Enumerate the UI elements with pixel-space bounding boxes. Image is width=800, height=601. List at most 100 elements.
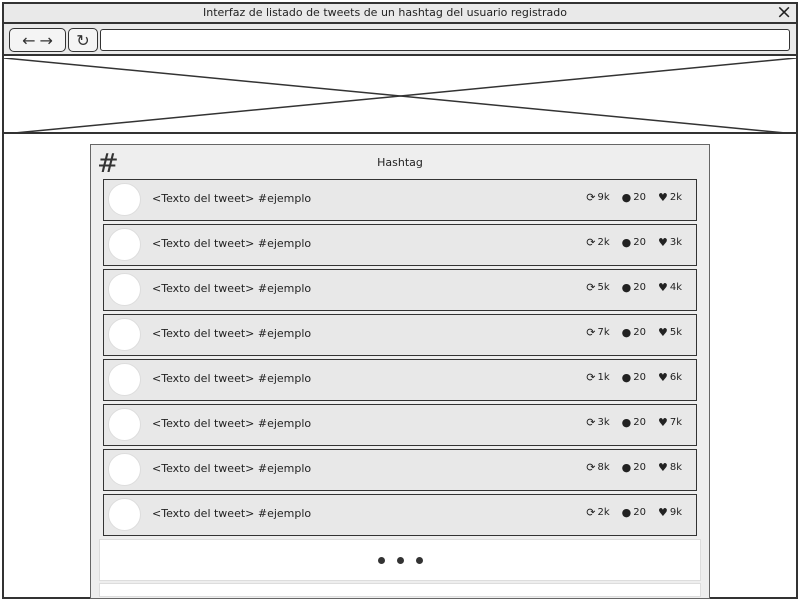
back-arrow-icon[interactable]: ← (22, 31, 35, 50)
refresh-icon: ↻ (76, 30, 90, 50)
tweet-text: <Texto del tweet> #ejemplo (152, 462, 312, 475)
reply-stat[interactable]: ● 20 (622, 282, 646, 293)
retweet-icon: ⟳ (586, 461, 596, 474)
like-icon: ♥ (657, 236, 668, 249)
tweet-row[interactable]: <Texto del tweet> #ejemplo ⟳ 1k ● 20 ♥ 6k (103, 359, 697, 401)
tweet-row[interactable]: <Texto del tweet> #ejemplo ⟳ 3k ● 20 ♥ 7k (103, 404, 697, 446)
reply-icon: ● (621, 191, 632, 204)
like-count: 4k (669, 282, 682, 293)
retweet-count: 2k (597, 507, 610, 518)
reply-count: 20 (633, 462, 646, 473)
like-stat[interactable]: ♥ 7k (658, 417, 682, 428)
retweet-count: 9k (597, 192, 610, 203)
reply-count: 20 (633, 192, 646, 203)
like-icon: ♥ (657, 461, 668, 474)
retweet-count: 5k (597, 282, 610, 293)
tweet-stats: ⟳ 3k ● 20 ♥ 7k (586, 417, 682, 428)
reply-icon: ● (621, 416, 632, 429)
ellipsis-dot-icon (415, 556, 423, 564)
reply-stat[interactable]: ● 20 (622, 417, 646, 428)
tweet-text: <Texto del tweet> #ejemplo (152, 237, 312, 250)
like-count: 5k (669, 327, 682, 338)
like-icon: ♥ (657, 281, 668, 294)
refresh-button[interactable]: ↻ (68, 28, 98, 52)
tweet-stats: ⟳ 5k ● 20 ♥ 4k (586, 282, 682, 293)
reply-stat[interactable]: ● 20 (622, 372, 646, 383)
avatar[interactable] (108, 498, 141, 531)
retweet-stat[interactable]: ⟳ 7k (586, 327, 609, 338)
retweet-icon: ⟳ (586, 236, 596, 249)
forward-arrow-icon[interactable]: → (40, 31, 53, 50)
retweet-stat[interactable]: ⟳ 5k (586, 282, 609, 293)
tweet-row[interactable]: <Texto del tweet> #ejemplo ⟳ 2k ● 20 ♥ 3k (103, 224, 697, 266)
tweet-stats: ⟳ 2k ● 20 ♥ 9k (586, 507, 682, 518)
avatar[interactable] (108, 363, 141, 396)
like-count: 2k (669, 192, 682, 203)
avatar[interactable] (108, 228, 141, 261)
like-count: 9k (669, 507, 682, 518)
retweet-stat[interactable]: ⟳ 9k (586, 192, 609, 203)
reply-stat[interactable]: ● 20 (622, 507, 646, 518)
like-icon: ♥ (657, 371, 668, 384)
like-stat[interactable]: ♥ 2k (658, 192, 682, 203)
like-stat[interactable]: ♥ 9k (658, 507, 682, 518)
avatar[interactable] (108, 453, 141, 486)
retweet-stat[interactable]: ⟳ 1k (586, 372, 609, 383)
reply-icon: ● (621, 461, 632, 474)
reply-stat[interactable]: ● 20 (622, 462, 646, 473)
reply-stat[interactable]: ● 20 (622, 237, 646, 248)
tweet-row[interactable]: <Texto del tweet> #ejemplo ⟳ 2k ● 20 ♥ 9k (103, 494, 697, 536)
avatar[interactable] (108, 408, 141, 441)
like-stat[interactable]: ♥ 8k (658, 462, 682, 473)
retweet-count: 8k (597, 462, 610, 473)
retweet-stat[interactable]: ⟳ 3k (586, 417, 609, 428)
retweet-stat[interactable]: ⟳ 2k (586, 507, 609, 518)
tweet-row[interactable]: <Texto del tweet> #ejemplo ⟳ 9k ● 20 ♥ 2k (103, 179, 697, 221)
like-icon: ♥ (657, 191, 668, 204)
reply-count: 20 (633, 282, 646, 293)
reply-count: 20 (633, 237, 646, 248)
avatar[interactable] (108, 183, 141, 216)
reply-count: 20 (633, 417, 646, 428)
back-forward-buttons[interactable]: ← → (9, 28, 66, 52)
address-bar[interactable] (100, 29, 790, 51)
like-stat[interactable]: ♥ 5k (658, 327, 682, 338)
retweet-count: 7k (597, 327, 610, 338)
like-count: 8k (669, 462, 682, 473)
tweet-stats: ⟳ 1k ● 20 ♥ 6k (586, 372, 682, 383)
retweet-icon: ⟳ (586, 371, 596, 384)
tweet-row[interactable]: <Texto del tweet> #ejemplo ⟳ 8k ● 20 ♥ 8k (103, 449, 697, 491)
close-icon[interactable]: × (776, 1, 792, 23)
reply-icon: ● (621, 236, 632, 249)
retweet-stat[interactable]: ⟳ 2k (586, 237, 609, 248)
retweet-stat[interactable]: ⟳ 8k (586, 462, 609, 473)
tweet-text: <Texto del tweet> #ejemplo (152, 417, 312, 430)
retweet-icon: ⟳ (586, 281, 596, 294)
retweet-icon: ⟳ (586, 416, 596, 429)
tweet-stats: ⟳ 9k ● 20 ♥ 2k (586, 192, 682, 203)
like-stat[interactable]: ♥ 6k (658, 372, 682, 383)
image-placeholder-icon (4, 58, 796, 134)
reply-stat[interactable]: ● 20 (622, 327, 646, 338)
retweet-count: 3k (597, 417, 610, 428)
retweet-icon: ⟳ (586, 326, 596, 339)
load-more-button[interactable] (99, 539, 701, 581)
avatar[interactable] (108, 273, 141, 306)
tweet-stats: ⟳ 2k ● 20 ♥ 3k (586, 237, 682, 248)
reply-count: 20 (633, 372, 646, 383)
like-icon: ♥ (657, 416, 668, 429)
like-stat[interactable]: ♥ 4k (658, 282, 682, 293)
like-stat[interactable]: ♥ 3k (658, 237, 682, 248)
browser-window: Interfaz de listado de tweets de un hash… (2, 1, 798, 599)
like-count: 7k (669, 417, 682, 428)
tweet-row[interactable]: <Texto del tweet> #ejemplo ⟳ 7k ● 20 ♥ 5k (103, 314, 697, 356)
like-count: 6k (669, 372, 682, 383)
panel-title: Hashtag (377, 156, 423, 169)
hashtag-panel: # Hashtag <Texto del tweet> #ejemplo ⟳ 9k… (90, 144, 710, 599)
like-icon: ♥ (657, 326, 668, 339)
reply-stat[interactable]: ● 20 (622, 192, 646, 203)
retweet-icon: ⟳ (586, 191, 596, 204)
tweet-row[interactable]: <Texto del tweet> #ejemplo ⟳ 5k ● 20 ♥ 4k (103, 269, 697, 311)
avatar[interactable] (108, 318, 141, 351)
tweet-text: <Texto del tweet> #ejemplo (152, 282, 312, 295)
